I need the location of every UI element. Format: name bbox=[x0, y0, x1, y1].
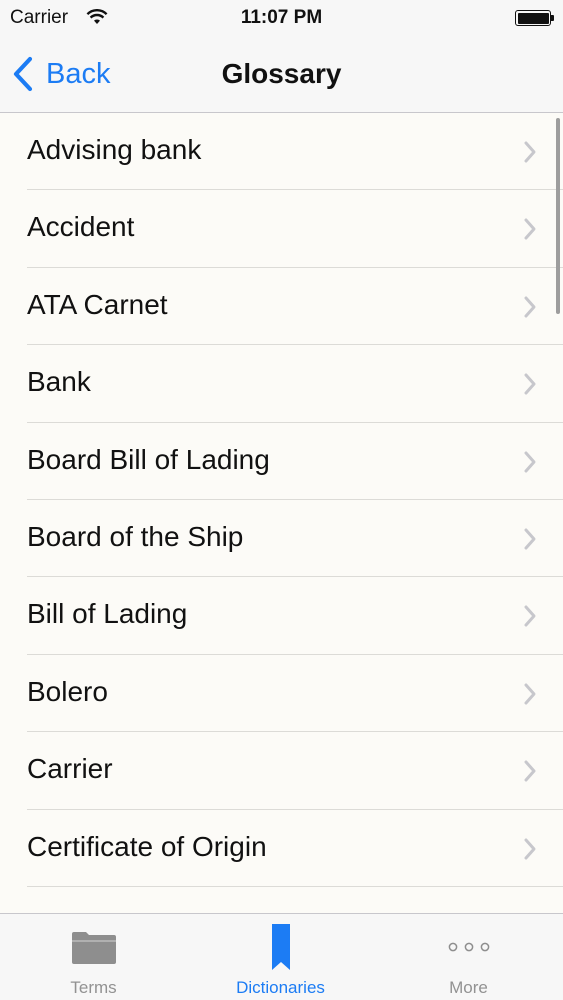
tab-terms[interactable]: Terms bbox=[0, 914, 187, 1000]
battery-icon bbox=[515, 10, 554, 26]
folder-icon bbox=[71, 932, 116, 964]
list-item-label: Carrier bbox=[27, 753, 113, 785]
chevron-right-icon bbox=[524, 218, 536, 240]
page-title: Glossary bbox=[221, 58, 342, 89]
status-bar: Carrier 11:07 PM bbox=[0, 0, 563, 38]
chevron-right-icon bbox=[524, 838, 536, 860]
tab-label: Dictionaries bbox=[236, 978, 325, 997]
more-dots-icon bbox=[448, 942, 489, 952]
chevron-right-icon bbox=[524, 451, 536, 473]
list-item[interactable]: ATA Carnet bbox=[0, 268, 563, 346]
list-item-label: Bill of Lading bbox=[27, 598, 188, 630]
list-item-label: Bolero bbox=[27, 675, 108, 707]
navigation-bar: Back Glossary bbox=[0, 38, 563, 113]
list-item[interactable]: Bolero bbox=[0, 655, 563, 733]
chevron-right-icon bbox=[524, 760, 536, 782]
tab-dictionaries[interactable]: Dictionaries bbox=[187, 914, 374, 1000]
list-item-label: ATA Carnet bbox=[27, 288, 168, 320]
list-item[interactable]: Board of the Ship bbox=[0, 500, 563, 578]
list-item-label: Certificate of Origin bbox=[27, 830, 267, 862]
glossary-list[interactable]: Advising bank Accident ATA Carnet Bank B… bbox=[0, 113, 563, 913]
list-item-label: Board Bill of Lading bbox=[27, 443, 270, 475]
row-divider bbox=[27, 885, 563, 887]
tab-more[interactable]: More bbox=[374, 914, 563, 1000]
list-item[interactable]: Certificate of Origin bbox=[0, 810, 563, 887]
chevron-right-icon bbox=[524, 528, 536, 550]
list-item[interactable]: Board Bill of Lading bbox=[0, 423, 563, 500]
clock: 11:07 PM bbox=[240, 7, 323, 28]
tab-bar: Terms Dictionaries More bbox=[0, 913, 563, 1000]
chevron-right-icon bbox=[524, 296, 536, 318]
chevron-right-icon bbox=[524, 141, 536, 163]
list-item-label: Board of the Ship bbox=[27, 521, 244, 552]
tab-label: More bbox=[449, 978, 488, 997]
list-item-label: Bank bbox=[27, 366, 91, 398]
list-item[interactable]: Advising bank bbox=[0, 113, 563, 191]
tab-label: Terms bbox=[70, 978, 117, 997]
bookmark-icon bbox=[271, 924, 290, 970]
list-item[interactable]: Bill of Lading bbox=[0, 577, 563, 655]
chevron-right-icon bbox=[524, 683, 536, 705]
chevron-right-icon bbox=[524, 373, 536, 395]
list-item-label: Accident bbox=[27, 211, 135, 243]
list-item[interactable]: Bank bbox=[0, 345, 563, 423]
list-item-label: Advising bank bbox=[27, 134, 202, 165]
chevron-right-icon bbox=[524, 605, 536, 627]
scroll-indicator[interactable] bbox=[556, 118, 560, 314]
list-item[interactable]: Accident bbox=[0, 190, 563, 268]
list-item[interactable]: Carrier bbox=[0, 732, 563, 810]
